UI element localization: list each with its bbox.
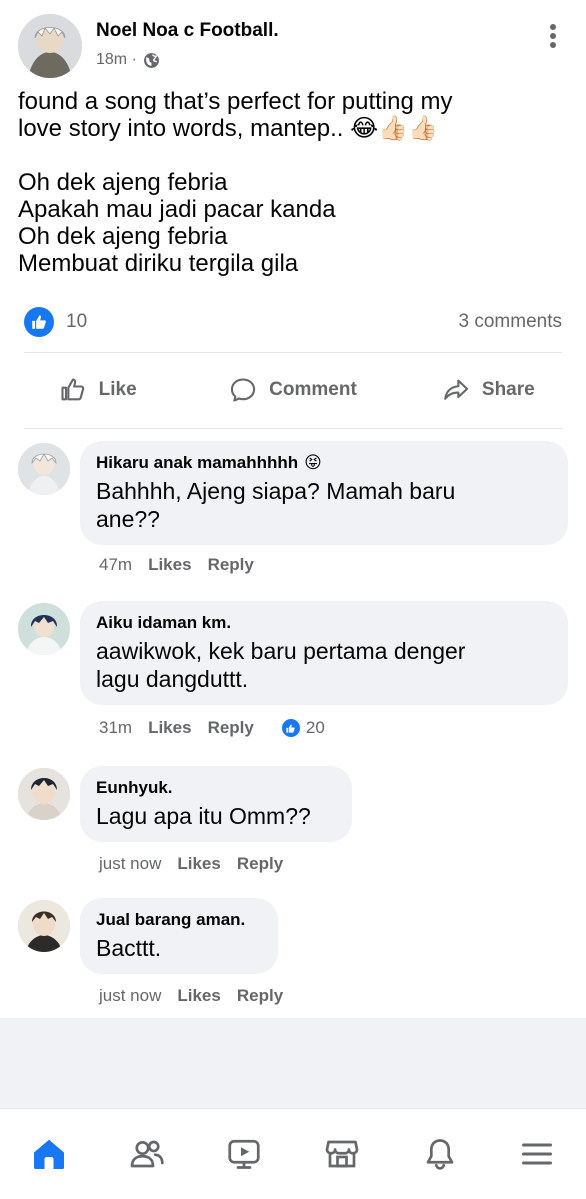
comment-reply-button[interactable]: Reply xyxy=(237,986,283,1006)
comment-meta: just now Likes Reply xyxy=(99,854,299,874)
comment-like-button[interactable]: Likes xyxy=(177,986,220,1006)
comment-reaction-summary[interactable]: 20 xyxy=(281,718,325,738)
commenter-name[interactable]: Jual barang aman. xyxy=(96,910,262,930)
comment-like-button[interactable]: Likes xyxy=(148,555,191,575)
commenter-name-text: Eunhyuk. xyxy=(96,778,173,797)
friends-icon xyxy=(130,1140,164,1168)
comment-text: Bahhhh, Ajeng siapa? Mamah baru ane?? xyxy=(96,477,552,533)
comment-time: just now xyxy=(99,854,162,873)
comment-time: 31m xyxy=(99,718,133,737)
like-reaction-icon xyxy=(281,719,300,737)
reaction-summary: 10 3 comments xyxy=(24,306,562,338)
post-meta: 18m · xyxy=(96,51,160,69)
comment-reply-button[interactable]: Reply xyxy=(208,718,254,738)
nav-friends[interactable] xyxy=(98,1109,196,1199)
commenter-name-text: Jual barang aman. xyxy=(96,910,246,929)
commenter-avatar[interactable] xyxy=(18,603,70,655)
comment-text: aawikwok, kek baru pertama denger lagu d… xyxy=(96,637,552,693)
video-icon xyxy=(228,1139,260,1169)
comment-like-button[interactable]: Likes xyxy=(177,854,220,874)
comment-reply-button[interactable]: Reply xyxy=(208,555,254,575)
post-line-blank xyxy=(18,142,574,169)
comment-bubble[interactable]: Eunhyuk. Lagu apa itu Omm?? xyxy=(80,766,352,842)
post-line: Apakah mau jadi pacar kanda xyxy=(18,196,336,223)
more-options-button[interactable] xyxy=(540,20,566,52)
post-author-name[interactable]: Noel Noa c Football. xyxy=(96,20,279,42)
globe-icon xyxy=(143,52,159,68)
commenter-name-text: Hikaru anak mamahhhhh xyxy=(96,453,299,472)
like-reaction-icon[interactable] xyxy=(24,307,54,337)
comment-reaction-count: 20 xyxy=(305,718,325,737)
post-header: Noel Noa c Football. 18m · xyxy=(0,0,586,90)
comment-line: Bahhhh, Ajeng siapa? Mamah baru xyxy=(96,478,456,504)
comment-line: Bacttt. xyxy=(96,935,162,961)
name-emoji: 😝 xyxy=(304,453,322,473)
like-button[interactable]: Like xyxy=(0,358,195,422)
divider xyxy=(24,428,562,429)
nav-marketplace[interactable] xyxy=(293,1109,391,1199)
nav-menu[interactable] xyxy=(488,1109,586,1199)
commenter-avatar[interactable] xyxy=(18,768,70,820)
post-line: Oh dek ajeng febria xyxy=(18,223,228,250)
comment-text: Lagu apa itu Omm?? xyxy=(96,802,336,830)
comment-bubble[interactable]: Jual barang aman. Bacttt. xyxy=(80,898,278,974)
comment-meta: 31m Likes Reply 20 xyxy=(99,718,325,738)
comment-meta: just now Likes Reply xyxy=(99,986,299,1006)
post-line: Oh dek ajeng febria xyxy=(18,169,228,196)
post-text: found a song that’s perfect for putting … xyxy=(18,88,574,277)
share-icon xyxy=(444,379,469,400)
divider xyxy=(24,352,562,353)
comment-meta: 47m Likes Reply xyxy=(99,555,270,575)
commenter-name[interactable]: Aiku idaman km. xyxy=(96,613,552,633)
comment-bubble[interactable]: Hikaru anak mamahhhhh 😝 Bahhhh, Ajeng si… xyxy=(80,441,568,545)
home-icon xyxy=(33,1139,64,1169)
comment-like-button[interactable]: Likes xyxy=(148,718,191,738)
comment-time: 47m xyxy=(99,555,133,574)
comment-time: just now xyxy=(99,986,162,1005)
nav-home[interactable] xyxy=(0,1109,98,1199)
comment-line: Lagu apa itu Omm?? xyxy=(96,803,311,829)
commenter-name-text: Aiku idaman km. xyxy=(96,613,232,632)
menu-icon xyxy=(522,1143,553,1165)
post-time: 18m · xyxy=(96,51,137,68)
share-button[interactable]: Share xyxy=(391,358,586,422)
commenter-avatar[interactable] xyxy=(18,443,70,495)
nav-notifications[interactable] xyxy=(391,1109,489,1199)
like-label: Like xyxy=(98,379,137,400)
comment-line: aawikwok, kek baru pertama denger xyxy=(96,638,466,664)
comment-button[interactable]: Comment xyxy=(195,358,390,422)
nav-video[interactable] xyxy=(195,1109,293,1199)
thumbs-up-icon xyxy=(61,378,84,401)
comment-icon xyxy=(231,378,256,402)
commenter-avatar[interactable] xyxy=(18,900,70,952)
marketplace-icon xyxy=(325,1140,359,1168)
comment-text: Bacttt. xyxy=(96,934,262,962)
author-avatar[interactable] xyxy=(18,14,82,78)
comment-reply-button[interactable]: Reply xyxy=(237,854,283,874)
commenter-name[interactable]: Eunhyuk. xyxy=(96,778,336,798)
bell-icon xyxy=(426,1139,453,1170)
comment-bubble[interactable]: Aiku idaman km. aawikwok, kek baru perta… xyxy=(80,601,568,705)
share-label: Share xyxy=(481,379,535,400)
post-line: love story into words, mantep.. 😂👍🏻👍🏻 xyxy=(18,115,438,142)
feed-separator xyxy=(0,1018,586,1108)
comment-count[interactable]: 3 comments xyxy=(459,311,562,333)
bottom-navigation xyxy=(0,1108,586,1199)
reaction-count[interactable]: 10 xyxy=(66,311,87,333)
post-line: Membuat diriku tergila gila xyxy=(18,250,299,277)
post-action-bar: Like Comment Share xyxy=(0,358,586,422)
comment-line: lagu dangduttt. xyxy=(96,666,249,692)
comment-line: ane?? xyxy=(96,506,160,532)
comment-label: Comment xyxy=(269,379,357,400)
commenter-name[interactable]: Hikaru anak mamahhhhh 😝 xyxy=(96,453,552,473)
post-line: found a song that’s perfect for putting … xyxy=(18,88,453,115)
